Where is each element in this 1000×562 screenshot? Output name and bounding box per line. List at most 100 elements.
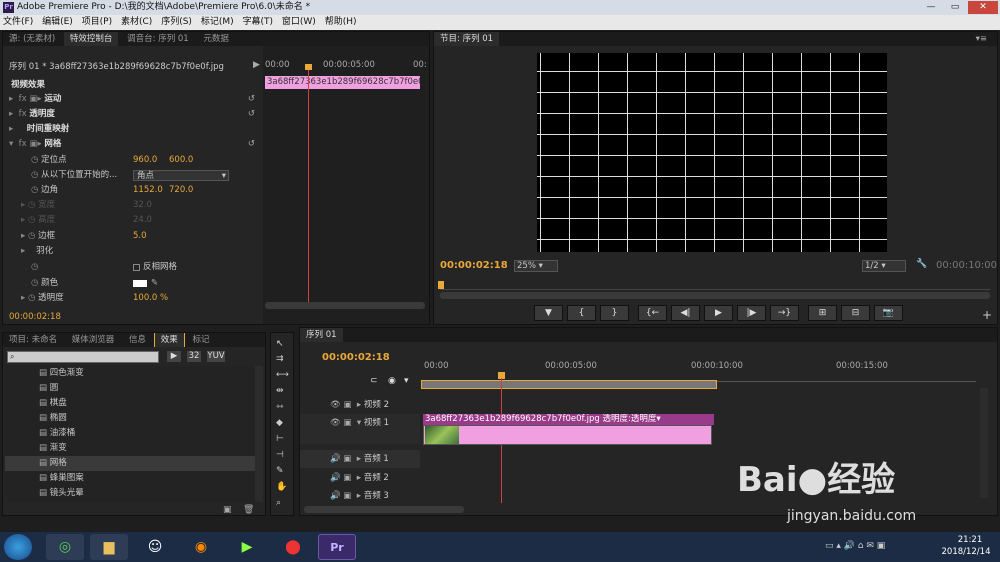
effect-row-time-remap[interactable]: ▸ 时间重映射	[9, 122, 259, 137]
list-item[interactable]: ▤ 椭圆	[5, 411, 255, 426]
mark-out-button[interactable]: }	[600, 305, 629, 321]
border-value[interactable]: 5.0	[133, 229, 147, 244]
resolution-dropdown[interactable]: 1/2 ▾	[862, 260, 906, 272]
track-video-2[interactable]: 👁 ▣ ▸ 视频 2	[300, 396, 420, 414]
menu-marker[interactable]: 标记(M)	[198, 15, 237, 30]
rolling-edit-tool-icon[interactable]: ⇹	[276, 386, 284, 396]
tab-program[interactable]: 节目: 序列 01	[434, 32, 500, 46]
color-swatch[interactable]	[133, 280, 147, 287]
tab-metadata[interactable]: 元数据	[197, 32, 235, 46]
effect-clip-bar[interactable]: 3a68ff27363e1b289f69628c7b7f0e0f.jpg	[265, 76, 420, 89]
program-timecode[interactable]: 00:00:02:18	[440, 260, 508, 271]
add-button-icon[interactable]: +	[982, 308, 992, 322]
new-bin-icon[interactable]: ▣	[223, 505, 232, 515]
minimize-button[interactable]: —	[920, 1, 942, 14]
timeline-zoom-scrollbar[interactable]	[304, 506, 464, 513]
yuv-badge[interactable]: YUV	[207, 351, 225, 362]
track-select-tool-icon[interactable]: ⇉	[276, 354, 284, 364]
qq-icon[interactable]: ☺	[136, 534, 174, 560]
effects-search-input[interactable]: ⌕	[7, 351, 159, 363]
maximize-button[interactable]: ▭	[944, 1, 966, 14]
effect-row-motion[interactable]: ▸ fx ▣▸ 运动 ↺	[9, 92, 259, 107]
firefox-icon[interactable]: ◉	[182, 534, 220, 560]
clip-header[interactable]: 3a68ff27363e1b289f69628c7b7f0e0f.jpg 透明度…	[423, 414, 714, 425]
media-app-icon[interactable]: ▶	[228, 534, 266, 560]
menu-help[interactable]: 帮助(H)	[322, 15, 360, 30]
list-item[interactable]: ▤ 镜头光晕	[5, 486, 255, 501]
snap-icon[interactable]: ⊂	[370, 376, 378, 386]
zoom-dropdown[interactable]: 25% ▾	[514, 260, 558, 272]
recorder-icon[interactable]: ⬤	[274, 534, 312, 560]
program-ruler[interactable]	[440, 280, 990, 290]
go-to-out-button[interactable]: →}	[770, 305, 799, 321]
mark-in-button[interactable]: {	[567, 305, 596, 321]
track-audio-2[interactable]: 🔊 ▣ ▸ 音频 2	[300, 469, 420, 487]
tab-project[interactable]: 项目: 未命名	[3, 333, 63, 347]
menu-clip[interactable]: 素材(C)	[118, 15, 155, 30]
selection-tool-icon[interactable]: ↖	[276, 339, 284, 349]
effect-row-grid[interactable]: ▾ fx ▣▸ 网格 ↺	[9, 137, 259, 152]
list-item[interactable]: ▤ 油漆桶	[5, 426, 255, 441]
list-item[interactable]: ▤ 圆	[5, 381, 255, 396]
work-area-bar[interactable]	[421, 380, 717, 389]
browser-icon[interactable]: ◎	[46, 534, 84, 560]
tab-effects[interactable]: 效果	[153, 333, 185, 347]
video-clip[interactable]	[423, 425, 712, 445]
premiere-taskbar-icon[interactable]: Pr	[318, 534, 356, 560]
clock-date[interactable]: 2018/12/14	[938, 547, 994, 557]
close-button[interactable]: ✕	[968, 1, 998, 14]
start-button-icon[interactable]	[4, 534, 32, 560]
opacity-value[interactable]: 100.0 %	[133, 291, 168, 306]
go-to-in-button[interactable]: {←	[638, 305, 667, 321]
list-item[interactable]: ▤ 渐变	[5, 441, 255, 456]
add-marker-icon[interactable]: ▾	[404, 376, 409, 386]
effect-row-opacity[interactable]: ▸ fx 透明度 ↺	[9, 107, 259, 122]
effect-playhead[interactable]	[308, 68, 309, 308]
lift-button[interactable]: ⊞	[808, 305, 837, 321]
delete-icon[interactable]: 🗑	[243, 505, 254, 515]
menu-project[interactable]: 项目(P)	[79, 15, 115, 30]
32bit-badge[interactable]: 32	[187, 351, 201, 362]
eyedropper-icon[interactable]: ✎	[151, 276, 158, 291]
program-scrollbar[interactable]	[440, 292, 990, 299]
play-button[interactable]: ▶	[704, 305, 733, 321]
start-from-dropdown[interactable]: 角点 ▾	[133, 170, 229, 181]
timeline-vertical-scrollbar[interactable]	[980, 388, 988, 498]
effect-timecode[interactable]: 00:00:02:18	[9, 312, 61, 322]
track-audio-3[interactable]: 🔊 ▣ ▸ 音频 3	[300, 487, 420, 505]
panel-menu-icon[interactable]: ▾≡	[970, 32, 993, 46]
tab-effect-controls[interactable]: 特效控制台	[63, 32, 119, 46]
list-item-selected[interactable]: ▤ 网格	[5, 456, 255, 471]
program-playhead[interactable]	[438, 281, 444, 289]
list-item[interactable]: ▤ 棋盘	[5, 396, 255, 411]
tab-media-browser[interactable]: 媒体浏览器	[66, 333, 121, 347]
reset-icon[interactable]: ↺	[248, 137, 255, 152]
param-feather[interactable]: ▸ 羽化	[21, 244, 261, 259]
accelerated-effects-icon[interactable]: ▶	[167, 351, 181, 362]
zoom-tool-icon[interactable]: ⌕	[276, 498, 281, 508]
slide-tool-icon[interactable]: ⊣	[276, 450, 284, 460]
effect-scrollbar[interactable]	[265, 302, 425, 309]
step-forward-button[interactable]: |▶	[737, 305, 766, 321]
menu-window[interactable]: 窗口(W)	[279, 15, 319, 30]
effects-scrollbar[interactable]	[255, 366, 263, 502]
anchor-x-value[interactable]: 960.0	[133, 153, 157, 168]
program-video-frame[interactable]	[537, 53, 887, 252]
menu-title[interactable]: 字幕(T)	[239, 15, 276, 30]
step-back-button[interactable]: ◀|	[671, 305, 700, 321]
list-item[interactable]: ▤ 蜂巢图案	[5, 471, 255, 486]
tab-source[interactable]: 源: (无素材)	[3, 32, 61, 46]
add-marker-button[interactable]: ▼	[534, 305, 563, 321]
linked-selection-icon[interactable]: ◉	[388, 376, 396, 386]
clock-time[interactable]: 21:21	[945, 535, 995, 545]
track-audio-1[interactable]: 🔊 ▣ ▸ 音频 1	[300, 450, 420, 468]
reset-icon[interactable]: ↺	[248, 107, 255, 122]
extract-button[interactable]: ⊟	[841, 305, 870, 321]
hand-tool-icon[interactable]: ✋	[276, 482, 287, 492]
corner-y-value[interactable]: 720.0	[169, 183, 193, 198]
slip-tool-icon[interactable]: ⊢	[276, 434, 284, 444]
export-frame-button[interactable]: 📷	[874, 305, 903, 321]
wrench-icon[interactable]: 🔧	[916, 259, 927, 269]
ripple-edit-tool-icon[interactable]: ⟷	[276, 370, 289, 380]
effect-playhead-handle[interactable]	[305, 64, 312, 70]
